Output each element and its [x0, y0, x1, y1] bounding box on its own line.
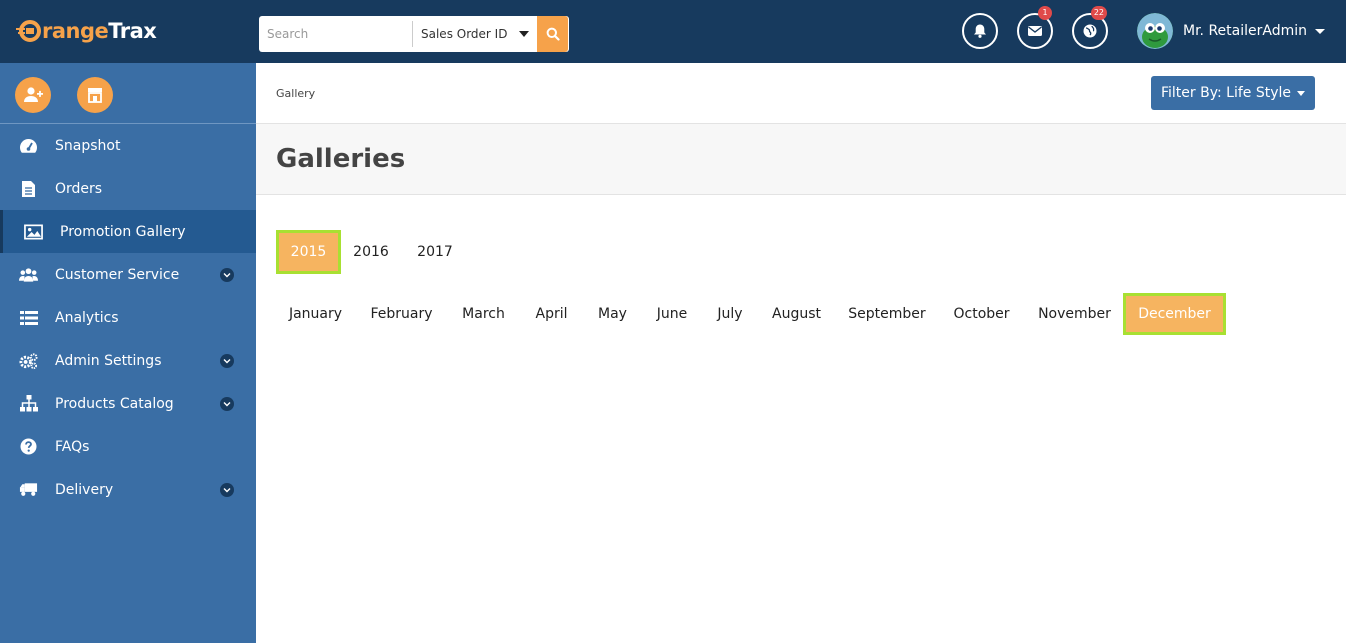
- sidebar-item-promotion-gallery[interactable]: Promotion Gallery: [0, 210, 256, 253]
- sidebar-item-label: Analytics: [55, 309, 119, 326]
- store-icon: [88, 88, 102, 103]
- chevron-down-icon[interactable]: [220, 354, 234, 368]
- search-type-select[interactable]: Sales Order ID: [413, 16, 537, 52]
- logo-text-white: Trax: [108, 19, 157, 43]
- month-tab-may[interactable]: May: [586, 293, 639, 335]
- filter-button[interactable]: Filter By: Life Style: [1151, 76, 1315, 110]
- envelope-icon: [1028, 26, 1042, 36]
- caret-down-icon: [1315, 28, 1325, 34]
- search-type-value: Sales Order ID: [421, 27, 508, 41]
- chevron-down-icon[interactable]: [220, 397, 234, 411]
- globe-badge: 22: [1090, 6, 1107, 20]
- sitemap-icon: [19, 394, 38, 413]
- chevron-down-icon[interactable]: [220, 483, 234, 497]
- sidebar-item-label: FAQs: [55, 438, 90, 455]
- sidebar: Snapshot Orders Promotion Gallery Custom…: [0, 63, 256, 643]
- year-tab-2016[interactable]: 2016: [341, 230, 401, 274]
- logo-mark-icon: [16, 20, 42, 42]
- sidebar-item-label: Admin Settings: [55, 352, 162, 369]
- question-icon: [19, 437, 38, 456]
- month-tab-september[interactable]: September: [838, 293, 936, 335]
- users-icon: [19, 265, 38, 284]
- image-icon: [24, 222, 43, 241]
- user-menu[interactable]: Mr. RetailerAdmin: [1137, 12, 1325, 50]
- sidebar-item-label: Products Catalog: [55, 395, 174, 412]
- notifications-button[interactable]: [962, 13, 998, 49]
- sidebar-item-customer-service[interactable]: Customer Service: [0, 253, 256, 296]
- month-tab-october[interactable]: October: [941, 293, 1022, 335]
- sidebar-item-label: Snapshot: [55, 137, 121, 154]
- app-logo[interactable]: rangeTrax: [16, 16, 157, 46]
- search-bar: Sales Order ID: [259, 16, 569, 52]
- dashboard-icon: [19, 136, 38, 155]
- month-tab-january[interactable]: January: [276, 293, 355, 335]
- breadcrumb[interactable]: Gallery: [276, 87, 315, 100]
- sidebar-item-snapshot[interactable]: Snapshot: [0, 124, 256, 167]
- month-tab-february[interactable]: February: [358, 293, 445, 335]
- page-header: Galleries: [256, 124, 1346, 195]
- globe-button[interactable]: 22: [1072, 6, 1108, 49]
- messages-button[interactable]: 1: [1017, 6, 1053, 49]
- top-bar: rangeTrax Sales Order ID 1: [0, 0, 1346, 63]
- caret-down-icon: [1297, 90, 1305, 96]
- sidebar-item-faqs[interactable]: FAQs: [0, 425, 256, 468]
- year-tab-2015[interactable]: 2015: [276, 230, 341, 274]
- sidebar-quick-actions: [0, 63, 256, 124]
- search-icon: [546, 27, 560, 41]
- month-tab-november[interactable]: November: [1027, 293, 1122, 335]
- sidebar-item-label: Delivery: [55, 481, 114, 498]
- search-input[interactable]: [259, 16, 412, 52]
- month-tab-august[interactable]: August: [760, 293, 833, 335]
- page-title: Galleries: [276, 144, 406, 174]
- sidebar-item-analytics[interactable]: Analytics: [0, 296, 256, 339]
- truck-icon: [19, 480, 38, 499]
- sidebar-item-delivery[interactable]: Delivery: [0, 468, 256, 511]
- avatar: [1137, 13, 1173, 49]
- sidebar-item-products-catalog[interactable]: Products Catalog: [0, 382, 256, 425]
- month-tab-july[interactable]: July: [705, 293, 755, 335]
- filter-label: Filter By: Life Style: [1160, 85, 1291, 101]
- sidebar-item-orders[interactable]: Orders: [0, 167, 256, 210]
- add-user-icon: [24, 87, 43, 102]
- month-tab-december[interactable]: December: [1123, 293, 1226, 335]
- caret-down-icon: [519, 31, 529, 37]
- gears-icon: [19, 351, 38, 370]
- month-tab-june[interactable]: June: [644, 293, 700, 335]
- year-tab-2017[interactable]: 2017: [405, 230, 465, 274]
- breadcrumb-bar: Gallery Filter By: Life Style: [256, 63, 1346, 124]
- sidebar-item-label: Customer Service: [55, 266, 180, 283]
- sidebar-item-label: Orders: [55, 180, 103, 197]
- month-tab-march[interactable]: March: [450, 293, 517, 335]
- globe-icon: [1083, 24, 1097, 38]
- logo-text-orange: range: [42, 19, 109, 43]
- user-name: Mr. RetailerAdmin: [1183, 23, 1307, 39]
- month-tab-april[interactable]: April: [522, 293, 581, 335]
- document-icon: [19, 179, 38, 198]
- sidebar-item-label: Promotion Gallery: [60, 223, 186, 240]
- messages-badge: 1: [1038, 6, 1052, 20]
- list-icon: [19, 308, 38, 327]
- bell-icon: [974, 24, 986, 38]
- chevron-down-icon[interactable]: [220, 268, 234, 282]
- store-button[interactable]: [77, 77, 113, 113]
- search-button[interactable]: [537, 16, 568, 52]
- add-user-button[interactable]: [15, 77, 51, 113]
- sidebar-item-admin-settings[interactable]: Admin Settings: [0, 339, 256, 382]
